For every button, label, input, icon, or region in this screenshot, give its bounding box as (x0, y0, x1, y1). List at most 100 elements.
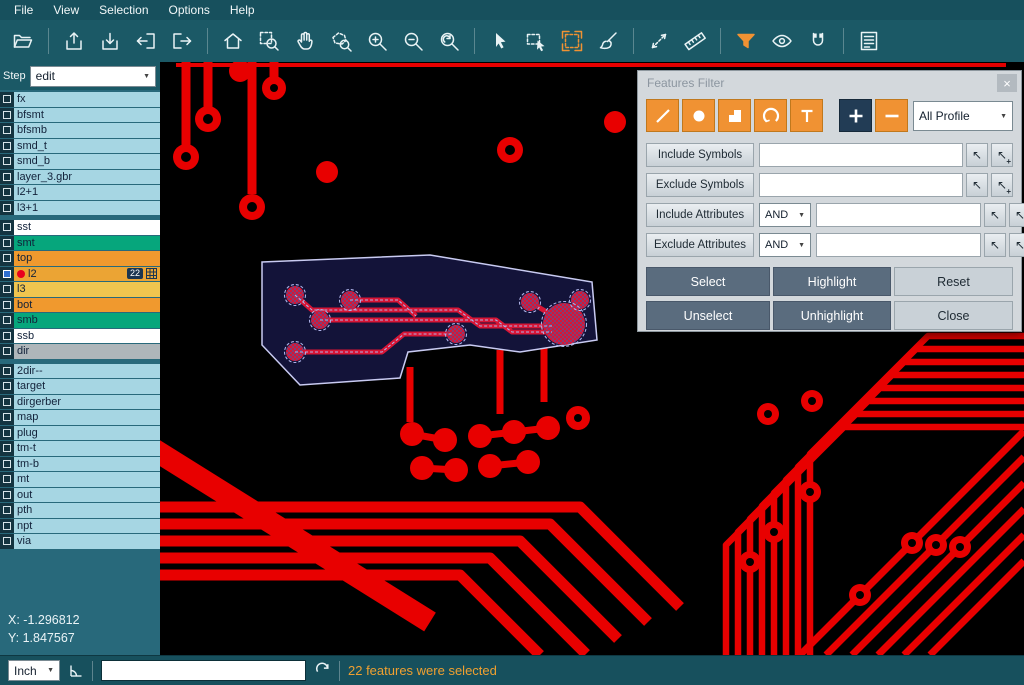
pick-add-symbol-button[interactable]: ↖+ (991, 143, 1013, 167)
layer-checkbox-cell[interactable] (0, 170, 14, 185)
layer-checkbox-cell[interactable] (0, 108, 14, 123)
and-dropdown[interactable]: AND ▼ (759, 233, 811, 257)
layer-name-cell[interactable]: sst (14, 220, 160, 235)
include-symbols-button[interactable]: Include Symbols (646, 143, 754, 167)
layer-name-cell[interactable]: map (14, 410, 160, 425)
add-tool[interactable] (839, 99, 872, 132)
pick-symbol-button[interactable]: ↖ (966, 173, 988, 197)
and-dropdown[interactable]: AND ▼ (759, 203, 811, 227)
layer-checkbox-cell[interactable] (0, 313, 14, 328)
box-arrow-left-icon[interactable] (130, 25, 162, 57)
layer-row-via[interactable]: via (0, 534, 160, 549)
layer-row-top[interactable]: top (0, 251, 160, 266)
layer-name-cell[interactable]: smd_b (14, 154, 160, 169)
layer-checkbox[interactable] (3, 332, 11, 340)
layer-name-cell[interactable]: top (14, 251, 160, 266)
layer-row-l2[interactable]: l222 (0, 267, 160, 282)
layer-name-cell[interactable]: fx (14, 92, 160, 107)
layer-row-out[interactable]: out (0, 488, 160, 503)
layer-checkbox-cell[interactable] (0, 488, 14, 503)
layer-row-l3+1[interactable]: l3+1 (0, 201, 160, 216)
layer-checkbox[interactable] (3, 537, 11, 545)
layer-checkbox[interactable] (3, 239, 11, 247)
layer-row-map[interactable]: map (0, 410, 160, 425)
layer-checkbox[interactable] (3, 491, 11, 499)
unit-dropdown[interactable]: Inch ▼ (8, 660, 60, 681)
layer-checkbox[interactable] (3, 475, 11, 483)
text-tool[interactable] (790, 99, 823, 132)
layer-name-cell[interactable]: bfsmt (14, 108, 160, 123)
corner-ruler-icon[interactable] (68, 663, 84, 679)
select-button[interactable]: Select (646, 267, 770, 296)
layer-checkbox[interactable] (3, 382, 11, 390)
layer-row-bfsmb[interactable]: bfsmb (0, 123, 160, 138)
include-symbols-input[interactable] (759, 143, 963, 167)
layer-checkbox[interactable] (3, 173, 11, 181)
layer-name-cell[interactable]: pth (14, 503, 160, 518)
select-cursor-icon[interactable] (484, 25, 516, 57)
command-input[interactable] (101, 660, 306, 681)
layer-row-npt[interactable]: npt (0, 519, 160, 534)
menu-options[interactable]: Options (159, 1, 220, 19)
layer-checkbox-cell[interactable] (0, 379, 14, 394)
layer-checkbox-cell[interactable] (0, 236, 14, 251)
layer-checkbox[interactable] (3, 506, 11, 514)
include-attributes-input[interactable] (816, 203, 981, 227)
exclude-symbols-button[interactable]: Exclude Symbols (646, 173, 754, 197)
layer-checkbox[interactable] (3, 316, 11, 324)
layer-checkbox[interactable] (3, 270, 11, 278)
layer-name-cell[interactable]: l222 (14, 267, 160, 282)
layer-name-cell[interactable]: bot (14, 298, 160, 313)
layer-name-cell[interactable]: l3 (14, 282, 160, 297)
layer-name-cell[interactable]: smb (14, 313, 160, 328)
pick-attribute-button[interactable]: ↖ (984, 233, 1006, 257)
layer-checkbox[interactable] (3, 398, 11, 406)
pick-attribute-button[interactable]: ↖ (984, 203, 1006, 227)
layer-checkbox-cell[interactable] (0, 395, 14, 410)
layer-name-cell[interactable]: smt (14, 236, 160, 251)
layer-row-smd_b[interactable]: smd_b (0, 154, 160, 169)
layer-name-cell[interactable]: via (14, 534, 160, 549)
layer-row-pth[interactable]: pth (0, 503, 160, 518)
close-button[interactable]: Close (894, 301, 1013, 330)
layer-checkbox-cell[interactable] (0, 298, 14, 313)
report-list-icon[interactable] (853, 25, 885, 57)
layer-checkbox-cell[interactable] (0, 185, 14, 200)
layer-checkbox-cell[interactable] (0, 201, 14, 216)
box-arrow-down-icon[interactable] (94, 25, 126, 57)
ruler-icon[interactable] (679, 25, 711, 57)
pcb-viewport[interactable]: Features Filter × All Profile ▼ Include … (160, 62, 1024, 655)
open-folder-icon[interactable] (7, 25, 39, 57)
include-attributes-button[interactable]: Include Attributes (646, 203, 754, 227)
layer-name-cell[interactable]: target (14, 379, 160, 394)
profile-dropdown[interactable]: All Profile ▼ (913, 101, 1013, 131)
surface-tool[interactable] (718, 99, 751, 132)
layer-name-cell[interactable]: 2dir-- (14, 364, 160, 379)
layer-checkbox[interactable] (3, 157, 11, 165)
layer-checkbox[interactable] (3, 142, 11, 150)
reset-button[interactable]: Reset (894, 267, 1013, 296)
layer-row-bot[interactable]: bot (0, 298, 160, 313)
menu-help[interactable]: Help (220, 1, 265, 19)
layer-row-2dir--[interactable]: 2dir-- (0, 364, 160, 379)
select-transform-icon[interactable] (556, 25, 588, 57)
layer-checkbox-cell[interactable] (0, 220, 14, 235)
layer-name-cell[interactable]: smd_t (14, 139, 160, 154)
layer-checkbox-cell[interactable] (0, 329, 14, 344)
box-arrow-up-icon[interactable] (58, 25, 90, 57)
layer-row-dirgerber[interactable]: dirgerber (0, 395, 160, 410)
exclude-attributes-input[interactable] (816, 233, 981, 257)
layer-row-sst[interactable]: sst (0, 220, 160, 235)
layer-checkbox[interactable] (3, 285, 11, 293)
pick-symbol-button[interactable]: ↖ (966, 143, 988, 167)
layer-row-layer_3.gbr[interactable]: layer_3.gbr (0, 170, 160, 185)
menu-selection[interactable]: Selection (89, 1, 158, 19)
layer-eye-icon[interactable] (766, 25, 798, 57)
layer-row-tm-t[interactable]: tm-t (0, 441, 160, 456)
layer-name-cell[interactable]: layer_3.gbr (14, 170, 160, 185)
unselect-button[interactable]: Unselect (646, 301, 770, 330)
zoom-in-icon[interactable] (361, 25, 393, 57)
layer-row-target[interactable]: target (0, 379, 160, 394)
features-filter-icon[interactable] (730, 25, 762, 57)
zoom-out-icon[interactable] (397, 25, 429, 57)
